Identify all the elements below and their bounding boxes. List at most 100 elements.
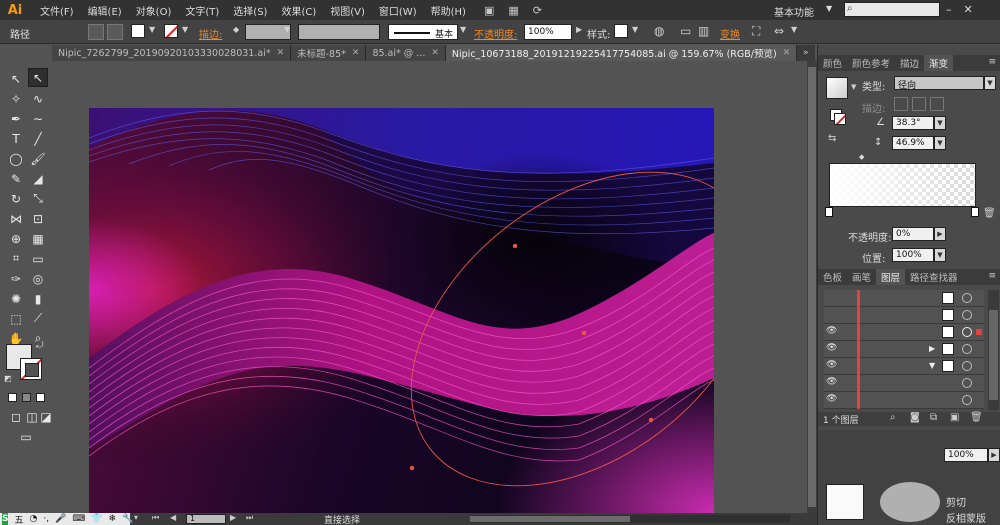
anchor-point[interactable] bbox=[409, 465, 415, 471]
selection-tool-icon[interactable]: ↖ bbox=[6, 69, 26, 88]
gradient-stop-right[interactable] bbox=[971, 207, 979, 217]
midpoint-diamond-icon[interactable]: ◆ bbox=[859, 153, 864, 161]
close-icon[interactable]: ✕ bbox=[783, 48, 791, 58]
layer-row[interactable]: 👁 ▶ bbox=[824, 341, 984, 358]
layer-row[interactable]: 👁 ▼ bbox=[824, 358, 984, 375]
ime-mic-icon[interactable]: 🎤 bbox=[55, 514, 66, 524]
screen-mode-icon[interactable]: ▭ bbox=[16, 427, 36, 446]
ime-snow-icon[interactable]: ❄ bbox=[109, 514, 117, 524]
tab-color[interactable]: 颜色 bbox=[818, 55, 847, 71]
symbol-sprayer-tool-icon[interactable]: ✺ bbox=[6, 289, 26, 308]
ime-moon-icon[interactable]: ◔ bbox=[30, 514, 38, 524]
target-icon[interactable] bbox=[962, 344, 972, 354]
tab-document-active[interactable]: Nipic_10673188_20191219225417754085.ai @… bbox=[445, 45, 798, 61]
menu-window[interactable]: 窗口(W) bbox=[379, 3, 417, 18]
chevron-down-icon[interactable]: ▾ bbox=[134, 513, 138, 522]
artboard-tool-icon[interactable]: ⬚ bbox=[6, 309, 26, 328]
target-icon[interactable] bbox=[962, 361, 972, 371]
selection-indicator[interactable] bbox=[976, 329, 982, 335]
bridge-icon[interactable]: ▣ bbox=[484, 4, 494, 17]
vertical-scrollbar[interactable] bbox=[807, 61, 817, 513]
shape-builder-tool-icon[interactable]: ⊕ bbox=[6, 229, 26, 248]
pencil-tool-icon[interactable]: ✎ bbox=[6, 169, 26, 188]
align-to-pixel-button[interactable] bbox=[88, 24, 104, 40]
free-transform-tool-icon[interactable]: ⊡ bbox=[28, 209, 48, 228]
chevron-down-icon[interactable]: ▼ bbox=[791, 25, 797, 34]
scroll-thumb[interactable] bbox=[989, 310, 998, 400]
target-icon[interactable] bbox=[962, 310, 972, 320]
menu-effect[interactable]: 效果(C) bbox=[281, 3, 316, 18]
stroke-mini-swatch[interactable] bbox=[834, 113, 846, 125]
scale-tool-icon[interactable]: ⤡ bbox=[28, 189, 48, 208]
chevron-down-icon[interactable]: ▼ bbox=[826, 4, 832, 13]
pen-tool-icon[interactable]: ✒ bbox=[6, 109, 26, 128]
tab-gradient[interactable]: 渐变 bbox=[924, 55, 954, 71]
target-icon[interactable] bbox=[962, 378, 972, 388]
chevron-down-icon[interactable]: ▼ bbox=[284, 25, 290, 34]
workspace-switcher[interactable]: 基本功能 bbox=[774, 4, 814, 19]
chevron-down-icon[interactable]: ▼ bbox=[149, 25, 155, 34]
transparency-opacity-input[interactable]: 100% bbox=[944, 448, 988, 462]
tab-swatches[interactable]: 色板 bbox=[818, 269, 847, 285]
ime-settings-icon[interactable]: 🔧 bbox=[122, 514, 133, 524]
magic-wand-tool-icon[interactable]: ✧ bbox=[6, 89, 26, 108]
chevron-down-icon[interactable]: ▼ bbox=[182, 25, 188, 34]
menu-select[interactable]: 选择(S) bbox=[233, 3, 267, 18]
panel-menu-icon[interactable]: ≡ bbox=[988, 271, 996, 281]
width-tool-icon[interactable]: ⋈ bbox=[6, 209, 26, 228]
gradient-type-select[interactable]: 径向 bbox=[894, 76, 984, 91]
chevron-right-icon[interactable]: ▶ bbox=[934, 227, 946, 241]
gradient-stop-left[interactable] bbox=[825, 207, 833, 217]
target-icon[interactable] bbox=[962, 293, 972, 303]
visibility-eye-icon[interactable]: 👁 bbox=[826, 377, 840, 389]
gradient-tool-icon[interactable]: ▭ bbox=[28, 249, 48, 268]
expand-triangle-icon[interactable]: ▶ bbox=[929, 344, 935, 353]
line-tool-icon[interactable]: ╱ bbox=[28, 129, 48, 148]
menu-type[interactable]: 文字(T) bbox=[185, 3, 219, 18]
anchor-point[interactable] bbox=[512, 243, 518, 249]
next-artboard-icon[interactable]: ▶ bbox=[230, 513, 236, 522]
first-artboard-icon[interactable]: ⏮ bbox=[152, 513, 159, 523]
visibility-eye-icon[interactable]: 👁 bbox=[826, 343, 840, 355]
chevron-down-icon[interactable]: ▼ bbox=[934, 248, 946, 262]
panel-menu-icon[interactable]: ≡ bbox=[988, 57, 996, 67]
rotate-tool-icon[interactable]: ↻ bbox=[6, 189, 26, 208]
tab-layers[interactable]: 图层 bbox=[876, 269, 906, 285]
menu-help[interactable]: 帮助(H) bbox=[431, 3, 466, 18]
chevron-right-icon[interactable]: ▶ bbox=[576, 25, 582, 34]
color-mode-button[interactable] bbox=[8, 393, 17, 402]
variable-width-field[interactable] bbox=[298, 24, 380, 40]
chevron-down-icon[interactable]: ▼ bbox=[984, 76, 996, 90]
ime-skin-icon[interactable]: 👕 bbox=[91, 514, 102, 524]
stroke-along-button[interactable] bbox=[912, 97, 926, 111]
tab-document-2[interactable]: 未标题-85* ✕ bbox=[291, 45, 367, 61]
tab-color-guide[interactable]: 颜色参考 bbox=[847, 55, 895, 71]
horizontal-scrollbar[interactable] bbox=[470, 515, 790, 523]
prev-artboard-icon[interactable]: ◀ bbox=[170, 513, 176, 522]
layer-row[interactable]: 👁 bbox=[824, 375, 984, 392]
curvature-tool-icon[interactable]: ∼ bbox=[28, 109, 48, 128]
swap-colors-icon[interactable]: ⤾ bbox=[36, 341, 44, 351]
opacity-input[interactable]: 100% bbox=[524, 24, 572, 40]
clip-label[interactable]: 剪切 bbox=[946, 494, 966, 509]
layer-row[interactable] bbox=[824, 307, 984, 324]
scroll-thumb[interactable] bbox=[808, 67, 816, 507]
chevron-right-icon[interactable]: ▶ bbox=[988, 448, 1000, 462]
stroke-within-button[interactable] bbox=[894, 97, 908, 111]
new-layer-icon[interactable]: ▣ bbox=[950, 412, 959, 423]
ime-mode[interactable]: 五 bbox=[14, 513, 23, 525]
column-graph-tool-icon[interactable]: ▮ bbox=[28, 289, 48, 308]
menu-file[interactable]: 文件(F) bbox=[40, 3, 74, 18]
ime-punct-icon[interactable]: ·, bbox=[43, 514, 49, 524]
chevron-down-icon[interactable]: ▼ bbox=[851, 83, 856, 91]
slice-tool-icon[interactable]: ⟋ bbox=[28, 309, 48, 328]
make-clipping-mask-icon[interactable]: ◙ bbox=[910, 412, 920, 423]
paintbrush-tool-icon[interactable]: 🖌 bbox=[28, 149, 48, 168]
chevron-down-icon[interactable]: ▼ bbox=[632, 25, 638, 34]
reverse-gradient-icon[interactable]: ⇆ bbox=[828, 133, 836, 144]
align-icon[interactable]: ▭ bbox=[680, 24, 691, 38]
chevron-down-icon[interactable]: ▼ bbox=[934, 136, 946, 150]
stroke-color-box[interactable] bbox=[20, 358, 42, 380]
gradient-angle-input[interactable]: 38.3° bbox=[892, 116, 934, 130]
direct-selection-tool-icon[interactable]: ↖ bbox=[28, 68, 48, 87]
